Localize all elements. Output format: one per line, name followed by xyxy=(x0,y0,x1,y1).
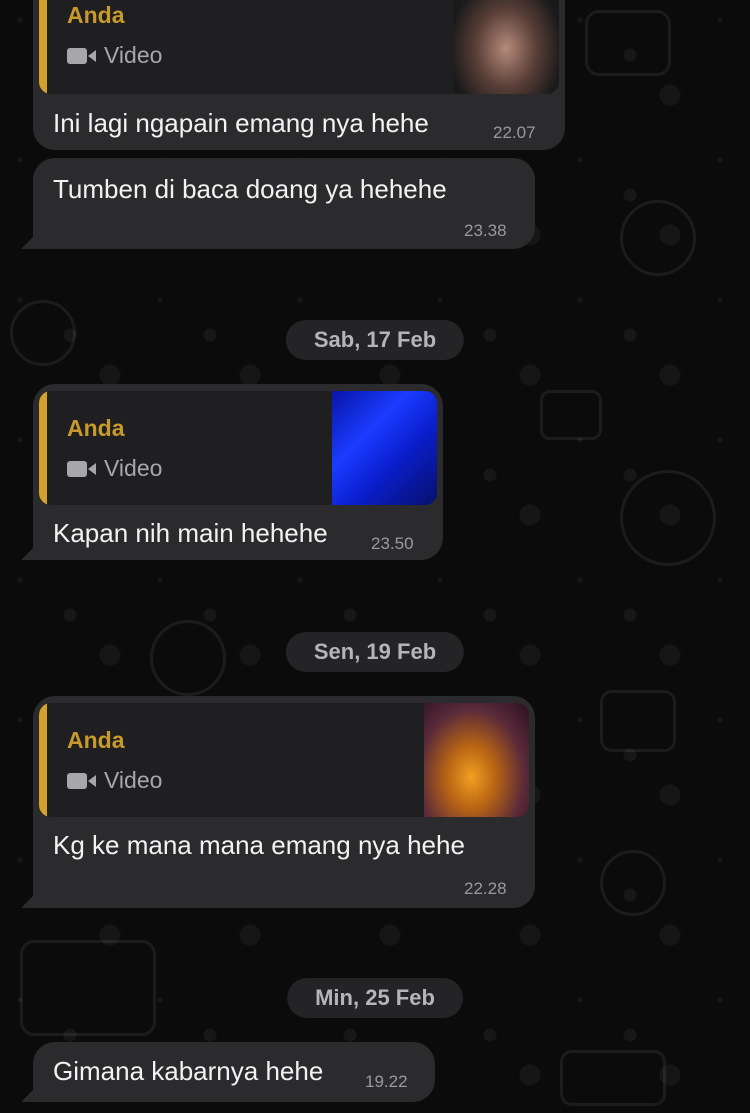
quoted-attachment: Video xyxy=(67,42,162,69)
quoted-sender: Anda xyxy=(67,415,125,441)
quoted-sender: Anda xyxy=(67,2,125,28)
video-camera-icon xyxy=(67,772,96,789)
date-separator: Min, 25 Feb xyxy=(287,978,463,1018)
message-bubble-3[interactable]: Anda Video Kapan nih main hehehe 23.50 xyxy=(21,384,443,560)
quoted-attachment-label: Video xyxy=(104,42,163,68)
message-time: 23.50 xyxy=(371,534,414,553)
quoted-attachment: Video xyxy=(67,455,162,482)
message-bubble-4[interactable]: Anda Video Kg ke mana mana emang nya heh… xyxy=(21,696,535,908)
message-text: Gimana kabarnya hehe xyxy=(53,1056,324,1086)
message-time: 22.07 xyxy=(493,123,536,142)
date-separator: Sen, 19 Feb xyxy=(285,632,465,672)
video-camera-icon xyxy=(67,460,96,477)
video-thumbnail[interactable] xyxy=(453,0,559,94)
message-bubble-5[interactable]: Gimana kabarnya hehe 19.22 xyxy=(21,1042,435,1102)
quoted-attachment-label: Video xyxy=(104,455,163,481)
quoted-reply[interactable]: Anda Video xyxy=(39,703,529,817)
quoted-reply[interactable]: Anda Video xyxy=(39,0,559,94)
message-bubble-2[interactable]: Tumben di baca doang ya hehehe 23.38 xyxy=(21,158,535,249)
video-camera-icon xyxy=(67,47,96,64)
quote-accent-bar xyxy=(39,0,47,94)
quoted-sender: Anda xyxy=(67,727,125,753)
message-text: Kg ke mana mana emang nya hehe xyxy=(53,830,465,860)
video-thumbnail[interactable] xyxy=(332,391,437,505)
message-time: 19.22 xyxy=(365,1072,408,1091)
quote-accent-bar xyxy=(39,391,47,505)
message-text: Ini lagi ngapain emang nya hehe xyxy=(53,108,429,138)
quoted-attachment: Video xyxy=(67,767,162,794)
message-bubble-1[interactable]: Anda Video Ini lagi ngapain emang nya he… xyxy=(33,0,565,150)
message-text: Kapan nih main hehehe xyxy=(53,518,328,548)
quoted-attachment-label: Video xyxy=(104,767,163,793)
message-time: 23.38 xyxy=(464,221,507,240)
quoted-reply[interactable]: Anda Video xyxy=(39,391,437,505)
quote-accent-bar xyxy=(39,703,47,817)
video-thumbnail[interactable] xyxy=(424,703,529,817)
date-separator: Sab, 17 Feb xyxy=(285,320,465,360)
message-text: Tumben di baca doang ya hehehe xyxy=(53,174,447,204)
message-time: 22.28 xyxy=(464,879,507,898)
